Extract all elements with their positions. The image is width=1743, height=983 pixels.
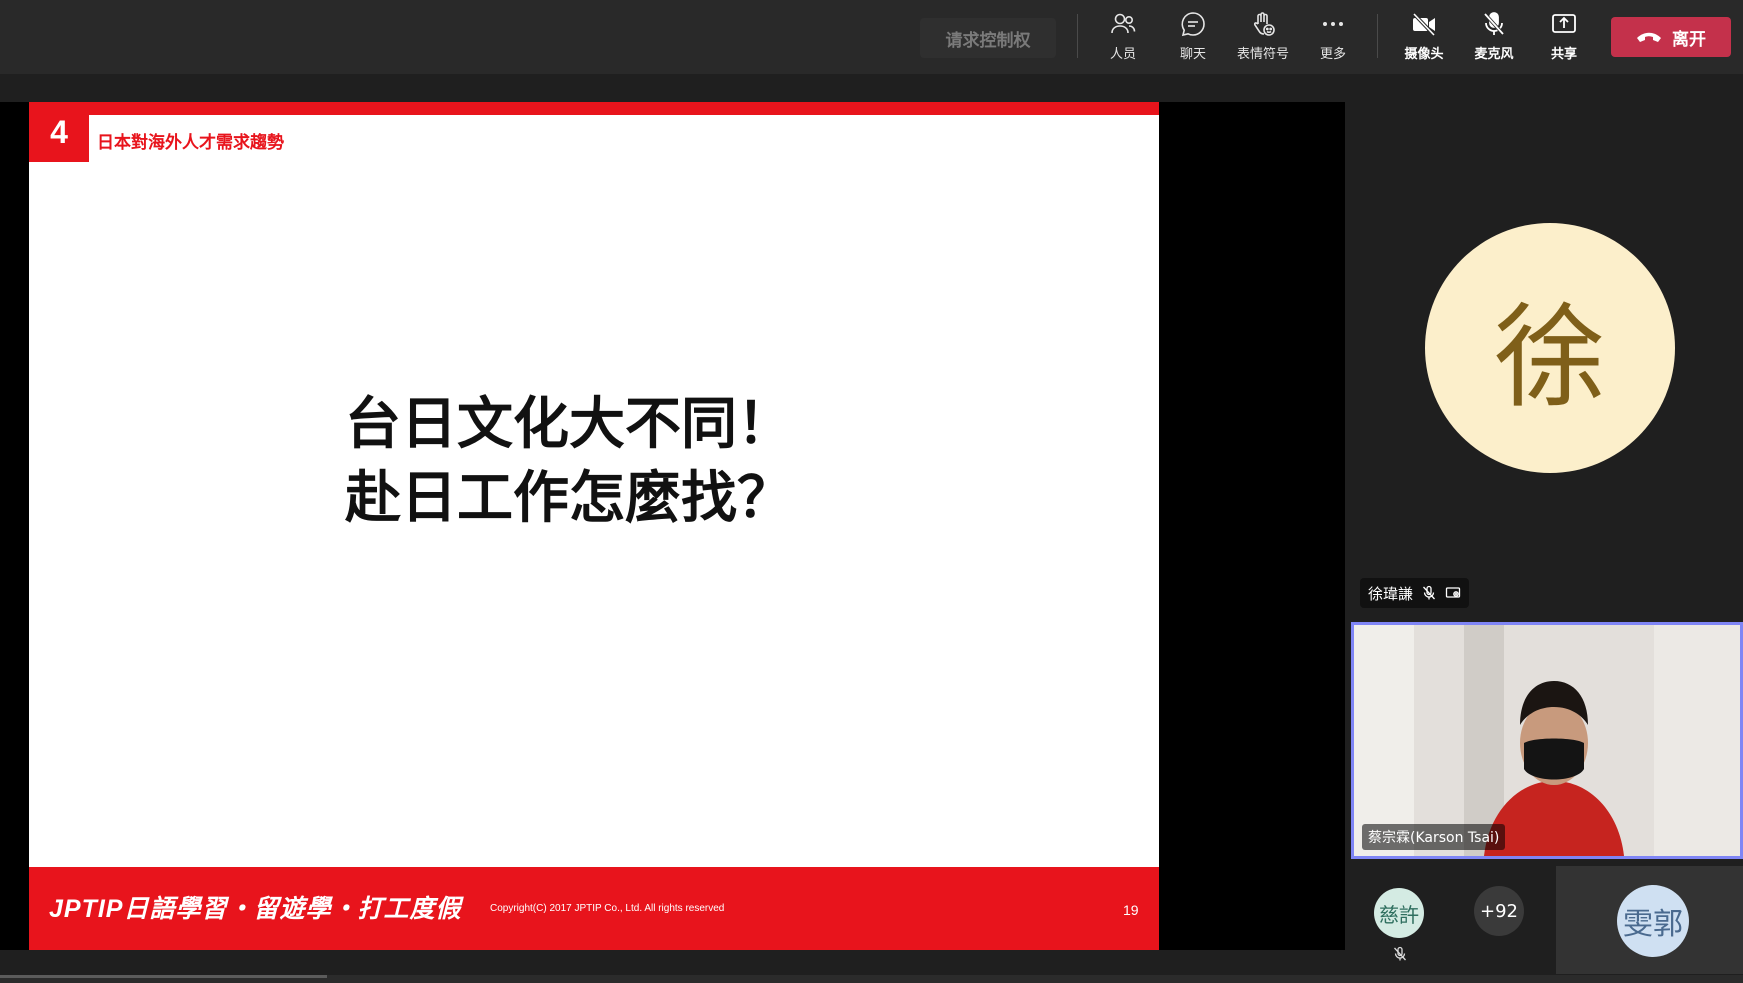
participant-video-tile[interactable]: 蔡宗霖(Karson Tsai) <box>1351 622 1743 859</box>
hang-up-icon <box>1637 32 1661 42</box>
share-icon <box>1552 14 1576 33</box>
reactions-button[interactable]: 表情符号 <box>1228 10 1298 66</box>
meeting-toolbar: 请求控制权 人员 聊天 表情符号 更多 摄像头 麦克风 共享 离开 <box>0 0 1743 74</box>
toolbar-divider <box>1077 14 1078 58</box>
muted-mic-icon <box>1394 946 1406 961</box>
share-button[interactable]: 共享 <box>1529 10 1599 66</box>
slide-main-line-1: 台日文化大不同！ <box>345 392 793 457</box>
leave-button[interactable]: 离开 <box>1611 17 1731 57</box>
muted-mic-icon <box>1423 585 1435 600</box>
chat-icon <box>1181 12 1205 37</box>
slide-heading: 日本對海外人才需求趨勢 <box>97 133 284 153</box>
camera-off-icon <box>1412 12 1436 37</box>
bottom-scroll-strip <box>0 975 1743 983</box>
more-participants-count[interactable]: +92 <box>1474 886 1524 936</box>
slide-main-text: 台日文化大不同！ 赴日工作怎麼找？ <box>345 388 793 536</box>
chat-button[interactable]: 聊天 <box>1158 10 1228 66</box>
presenter-name-tag: 徐瑋謙 <box>1360 578 1470 608</box>
more-icon <box>1323 22 1343 26</box>
people-button[interactable]: 人员 <box>1088 10 1158 66</box>
participant-video-feed <box>1354 625 1740 856</box>
more-label: 更多 <box>1319 47 1346 62</box>
presenter-avatar[interactable]: 徐 <box>1425 223 1675 473</box>
brand-logo: JPTIP日語學習・留遊學・打工度假 <box>49 895 462 923</box>
slide-main-line-2: 赴日工作怎麼找？ <box>345 466 793 531</box>
slide-footer: JPTIP日語學習・留遊學・打工度假 Copyright(C) 2017 JPT… <box>29 867 1159 950</box>
reactions-icon <box>1253 12 1275 36</box>
toolbar-divider <box>1377 14 1378 58</box>
mic-off-icon <box>1483 12 1505 36</box>
presentation-slide: 4 日本對海外人才需求趨勢 台日文化大不同！ 赴日工作怎麼找？ JPTIP日語學… <box>29 102 1159 950</box>
scroll-indicator <box>0 975 327 978</box>
reactions-label: 表情符号 <box>1236 47 1289 62</box>
slide-section-number: 4 <box>29 102 89 162</box>
chat-label: 聊天 <box>1179 47 1206 62</box>
more-button[interactable]: 更多 <box>1298 10 1368 66</box>
people-icon <box>1111 13 1136 34</box>
mic-label: 麦克风 <box>1474 47 1514 62</box>
slide-top-bar <box>29 102 1159 115</box>
camera-label: 摄像头 <box>1404 47 1444 62</box>
participant-name-label: 蔡宗霖(Karson Tsai) <box>1362 824 1506 850</box>
slide-page-number: 19 <box>1123 902 1139 918</box>
screen-share-icon <box>1445 587 1461 598</box>
leave-label: 离开 <box>1672 29 1706 50</box>
people-label: 人员 <box>1109 47 1136 62</box>
request-control-button[interactable]: 请求控制权 <box>920 18 1056 58</box>
participant-avatar[interactable]: 雯郭 <box>1617 885 1689 957</box>
copyright-text: Copyright(C) 2017 JPTIP Co., Ltd. All ri… <box>490 903 725 914</box>
share-label: 共享 <box>1550 47 1577 62</box>
camera-button[interactable]: 摄像头 <box>1389 10 1459 66</box>
participant-avatar[interactable]: 慈許 <box>1374 888 1424 938</box>
mic-button[interactable]: 麦克风 <box>1459 10 1529 66</box>
presenter-name: 徐瑋謙 <box>1368 584 1414 603</box>
